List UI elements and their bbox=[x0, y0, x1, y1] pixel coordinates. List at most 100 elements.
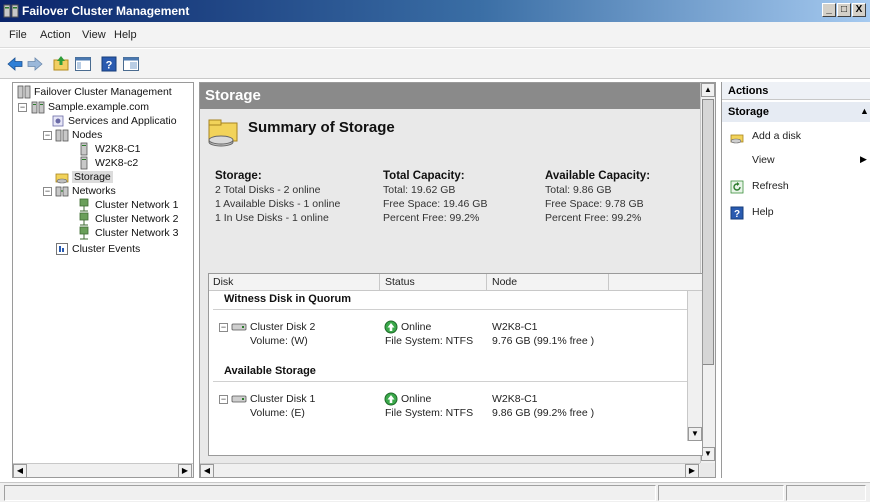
toolbar: ? bbox=[0, 49, 870, 79]
tree-item-services[interactable]: Services and Applicatio bbox=[68, 115, 177, 127]
column-header-disk[interactable]: Disk bbox=[213, 276, 233, 288]
menu-file[interactable]: File bbox=[9, 29, 27, 41]
network-icon bbox=[79, 226, 89, 240]
storage-icon bbox=[55, 173, 69, 184]
center-pane: Storage ▲ ▼ Summary of Storage Storage: … bbox=[199, 82, 716, 478]
maximize-button[interactable]: □ bbox=[837, 3, 851, 17]
collapse-icon[interactable]: − bbox=[18, 103, 27, 112]
menu-help[interactable]: Help bbox=[114, 29, 137, 41]
center-horizontal-scrollbar[interactable]: ◀ ▶ bbox=[200, 463, 700, 478]
console-tree[interactable]: Failover Cluster Management − Sample.exa… bbox=[12, 82, 194, 478]
menu-view[interactable]: View bbox=[82, 29, 106, 41]
submenu-arrow-icon: ▶ bbox=[860, 154, 867, 164]
online-status-icon bbox=[384, 320, 398, 334]
action-help[interactable]: ? Help bbox=[722, 202, 870, 224]
group-witness-disk: Witness Disk in Quorum bbox=[224, 293, 352, 305]
tree-item-cluster[interactable]: Sample.example.com bbox=[48, 101, 149, 113]
actions-title: Actions bbox=[728, 85, 769, 97]
scroll-left-button[interactable]: ◀ bbox=[200, 464, 214, 478]
action-label: Add a disk bbox=[752, 130, 802, 142]
tree-item-storage[interactable]: Storage bbox=[72, 171, 113, 183]
scroll-right-button[interactable]: ▶ bbox=[685, 464, 699, 478]
minimize-button[interactable]: _ bbox=[822, 3, 836, 17]
status-panel bbox=[658, 485, 784, 501]
cluster-app-icon bbox=[3, 4, 19, 18]
up-folder-icon[interactable] bbox=[52, 55, 70, 73]
status-bar bbox=[0, 482, 870, 502]
disk-free: 9.86 GB (99.2% free ) bbox=[492, 407, 595, 419]
back-icon[interactable] bbox=[6, 55, 24, 73]
action-add-disk[interactable]: Add a disk bbox=[722, 126, 870, 148]
help-icon: ? bbox=[730, 206, 744, 220]
tree-item-root[interactable]: Failover Cluster Management bbox=[34, 86, 172, 98]
status-panel bbox=[786, 485, 866, 501]
actions-header: Actions bbox=[722, 82, 870, 100]
action-label: Refresh bbox=[752, 180, 789, 192]
column-header-node[interactable]: Node bbox=[492, 276, 517, 288]
nodes-icon bbox=[55, 129, 69, 142]
actions-section-storage[interactable]: Storage ▲ bbox=[722, 102, 870, 122]
disk-filesystem: File System: NTFS bbox=[385, 335, 474, 347]
table-vertical-scrollbar[interactable]: ▼ bbox=[687, 291, 702, 441]
show-hide-tree-icon[interactable] bbox=[74, 55, 92, 73]
actions-pane: Actions Storage ▲ Add a disk View ▶ Refr… bbox=[721, 82, 870, 478]
disk-volume: Volume: (W) bbox=[250, 335, 308, 347]
table-header: Disk Status Node bbox=[209, 274, 702, 291]
disk-node: W2K8-C1 bbox=[492, 321, 538, 333]
disk-table[interactable]: Disk Status Node Witness Disk in Quorum … bbox=[208, 273, 703, 456]
refresh-icon bbox=[730, 180, 744, 194]
properties-icon[interactable] bbox=[122, 55, 140, 73]
forward-icon[interactable] bbox=[26, 55, 44, 73]
disk-status: Online bbox=[401, 321, 432, 333]
available-line: Percent Free: 99.2% bbox=[545, 212, 642, 224]
scroll-right-button[interactable]: ▶ bbox=[178, 464, 192, 478]
scroll-left-button[interactable]: ◀ bbox=[13, 464, 27, 478]
total-line: Percent Free: 99.2% bbox=[383, 212, 480, 224]
collapse-icon[interactable]: − bbox=[43, 131, 52, 140]
tree-item-network1[interactable]: Cluster Network 1 bbox=[95, 199, 178, 211]
tree-item-node2[interactable]: W2K8-c2 bbox=[95, 157, 138, 169]
help-icon[interactable]: ? bbox=[100, 55, 118, 73]
tree-item-events[interactable]: Cluster Events bbox=[72, 243, 140, 255]
storage-line: 1 Available Disks - 1 online bbox=[215, 198, 341, 210]
menu-action[interactable]: Action bbox=[40, 29, 71, 41]
cluster-manager-icon bbox=[17, 85, 31, 99]
total-capacity-heading: Total Capacity: bbox=[383, 170, 465, 182]
action-view[interactable]: View ▶ bbox=[722, 150, 870, 172]
disk-icon bbox=[231, 395, 247, 403]
tree-item-network3[interactable]: Cluster Network 3 bbox=[95, 227, 178, 239]
disk-free: 9.76 GB (99.1% free ) bbox=[492, 335, 595, 347]
total-line: Free Space: 19.46 GB bbox=[383, 198, 488, 210]
collapse-icon[interactable]: − bbox=[43, 187, 52, 196]
menu-bar: File Action View Help bbox=[0, 22, 870, 48]
server-icon bbox=[80, 142, 88, 156]
tree-item-network2[interactable]: Cluster Network 2 bbox=[95, 213, 178, 225]
action-refresh[interactable]: Refresh bbox=[722, 176, 870, 198]
collapse-icon[interactable]: − bbox=[219, 323, 228, 332]
tree-item-nodes[interactable]: Nodes bbox=[72, 129, 102, 141]
column-header-status[interactable]: Status bbox=[385, 276, 415, 288]
scroll-thumb[interactable] bbox=[702, 99, 714, 365]
events-icon bbox=[56, 243, 68, 255]
tree-item-networks[interactable]: Networks bbox=[72, 185, 116, 197]
title-bar[interactable]: Failover Cluster Management _ □ X bbox=[0, 0, 870, 22]
disk-name[interactable]: Cluster Disk 1 bbox=[250, 393, 315, 405]
cluster-icon bbox=[31, 101, 45, 114]
scroll-down-button[interactable]: ▼ bbox=[701, 447, 715, 461]
collapse-up-icon[interactable]: ▲ bbox=[860, 106, 869, 116]
collapse-icon[interactable]: − bbox=[219, 395, 228, 404]
action-label: Help bbox=[752, 206, 774, 218]
storage-summary-icon bbox=[208, 119, 238, 147]
disk-node: W2K8-C1 bbox=[492, 393, 538, 405]
online-status-icon bbox=[384, 392, 398, 406]
scroll-up-button[interactable]: ▲ bbox=[701, 83, 715, 97]
scroll-down-button[interactable]: ▼ bbox=[688, 427, 702, 441]
storage-heading: Storage: bbox=[215, 170, 262, 182]
status-panel-main bbox=[4, 485, 656, 501]
tree-item-node1[interactable]: W2K8-C1 bbox=[95, 143, 141, 155]
close-button[interactable]: X bbox=[852, 3, 866, 17]
networks-icon bbox=[55, 186, 69, 197]
action-label: View bbox=[752, 154, 775, 166]
disk-name[interactable]: Cluster Disk 2 bbox=[250, 321, 315, 333]
tree-horizontal-scrollbar[interactable]: ◀ ▶ bbox=[13, 463, 193, 478]
